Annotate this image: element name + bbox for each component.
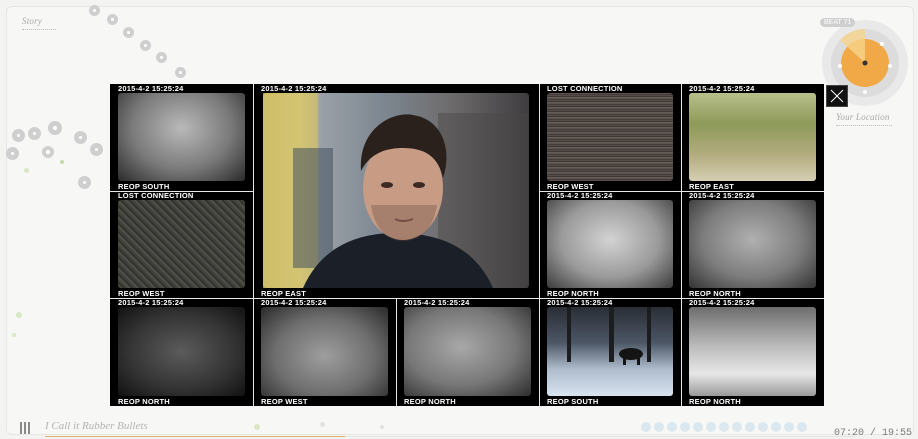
camera-timestamp: 2015-4-2 15:25:24	[547, 298, 613, 307]
node-icon	[12, 129, 25, 142]
node-icon	[42, 146, 54, 158]
menu-bars-icon[interactable]	[20, 422, 32, 434]
camera-cell[interactable]: 2015-4-2 15:25:24 REOP WEST	[253, 298, 396, 406]
camera-timestamp: LOST CONNECTION	[118, 191, 194, 200]
time-display: 07:20 / 19:55	[833, 428, 912, 439]
node-icon	[175, 67, 186, 78]
node-icon	[89, 5, 100, 16]
camera-label: REOP WEST	[261, 397, 308, 406]
grid-divider	[110, 298, 824, 299]
camera-feed-snowgray	[689, 307, 816, 396]
camera-timestamp: 2015-4-2 15:25:24	[689, 84, 755, 93]
camera-cell[interactable]: 2015-4-2 15:25:24 REOP EAST	[253, 84, 539, 298]
progress-fill	[45, 436, 345, 437]
camera-feed-night	[118, 93, 245, 181]
node-icon	[156, 52, 167, 63]
camera-timestamp: 2015-4-2 15:25:24	[118, 84, 184, 93]
camera-cell[interactable]: 2015-4-2 15:25:24 REOP NORTH	[396, 298, 539, 406]
camera-cell[interactable]: LOST CONNECTION REOP WEST	[539, 84, 681, 191]
camera-label: REOP NORTH	[404, 397, 456, 406]
camera-feed-night	[689, 200, 816, 288]
camera-label: REOP NORTH	[547, 289, 599, 298]
node-icon	[74, 131, 87, 144]
node-icon	[6, 147, 19, 160]
camera-cell[interactable]: 2015-4-2 15:25:24 REOP EAST	[681, 84, 824, 191]
node-icon	[78, 176, 91, 189]
beat-badge: BEAT 71	[820, 18, 856, 27]
your-location-label: Your Location	[836, 112, 890, 122]
camera-label: REOP WEST	[547, 182, 594, 191]
person-face-icon	[263, 93, 528, 288]
camera-feed-night	[547, 200, 673, 288]
camera-feed-webcam	[263, 93, 529, 288]
camera-timestamp: 2015-4-2 15:25:24	[118, 298, 184, 307]
player-bar: I Call it Rubber Bullets 07:20 / 19:55	[0, 414, 918, 439]
camera-cell[interactable]: 2015-4-2 15:25:24 REOP NORTH	[681, 191, 824, 298]
camera-label: REOP NORTH	[689, 397, 741, 406]
grid-divider	[681, 84, 682, 406]
animal-icon	[567, 307, 651, 365]
track-title: I Call it Rubber Bullets	[45, 420, 148, 432]
camera-timestamp: 2015-4-2 15:25:24	[547, 191, 613, 200]
grid-divider	[253, 84, 254, 406]
camera-feed-forest	[689, 93, 816, 181]
camera-timestamp: 2015-4-2 15:25:24	[261, 298, 327, 307]
marker-dot	[16, 312, 22, 318]
close-icon	[830, 89, 844, 103]
camera-label: REOP NORTH	[689, 289, 741, 298]
grid-divider	[396, 298, 397, 406]
camera-cell[interactable]: LOST CONNECTION REOP WEST	[110, 191, 253, 298]
camera-cell[interactable]: 2015-4-2 15:25:24 REOP SOUTH	[539, 298, 681, 406]
camera-label: REOP SOUTH	[547, 397, 599, 406]
camera-cell[interactable]: 2015-4-2 15:25:24 REOP NORTH	[681, 298, 824, 406]
story-underline	[22, 29, 56, 30]
camera-timestamp: 2015-4-2 15:25:24	[689, 298, 755, 307]
camera-timestamp: 2015-4-2 15:25:24	[404, 298, 470, 307]
camera-cell[interactable]: 2015-4-2 15:25:24 REOP NORTH	[539, 191, 681, 298]
node-icon	[90, 143, 103, 156]
camera-feed-static	[118, 200, 245, 288]
camera-timestamp: 2015-4-2 15:25:24	[261, 84, 327, 93]
location-underline	[836, 125, 892, 126]
progress-track[interactable]	[45, 436, 855, 437]
node-icon	[48, 121, 62, 135]
camera-feed-static	[547, 93, 673, 181]
camera-label: REOP EAST	[689, 182, 735, 191]
camera-timestamp: LOST CONNECTION	[547, 84, 623, 93]
camera-grid-modal: 2015-4-2 15:25:24 REOP SOUTH 2015-4-2 15…	[110, 84, 824, 406]
node-icon	[123, 27, 134, 38]
camera-label: REOP NORTH	[118, 397, 170, 406]
camera-cell[interactable]: 2015-4-2 15:25:24 REOP NORTH	[110, 298, 253, 406]
node-icon	[28, 127, 41, 140]
grid-divider	[539, 84, 540, 406]
camera-timestamp: 2015-4-2 15:25:24	[689, 191, 755, 200]
story-label: Story	[22, 16, 42, 26]
your-location-link[interactable]: Your Location	[836, 112, 892, 126]
camera-label: REOP EAST	[261, 289, 307, 298]
camera-label: REOP SOUTH	[118, 182, 170, 191]
marker-dot	[12, 333, 16, 337]
camera-feed-night	[404, 307, 531, 396]
grid-divider	[110, 191, 253, 192]
camera-cell[interactable]: 2015-4-2 15:25:24 REOP SOUTH	[110, 84, 253, 191]
camera-feed-night	[261, 307, 388, 396]
camera-label: REOP WEST	[118, 289, 165, 298]
marker-dot	[24, 168, 29, 173]
close-button[interactable]	[826, 85, 848, 107]
node-icon	[140, 40, 151, 51]
camera-feed-dark	[118, 307, 245, 396]
node-icon	[107, 14, 118, 25]
marker-dot	[60, 160, 64, 164]
story-link[interactable]: Story	[22, 16, 56, 30]
camera-feed-snow	[547, 307, 673, 396]
